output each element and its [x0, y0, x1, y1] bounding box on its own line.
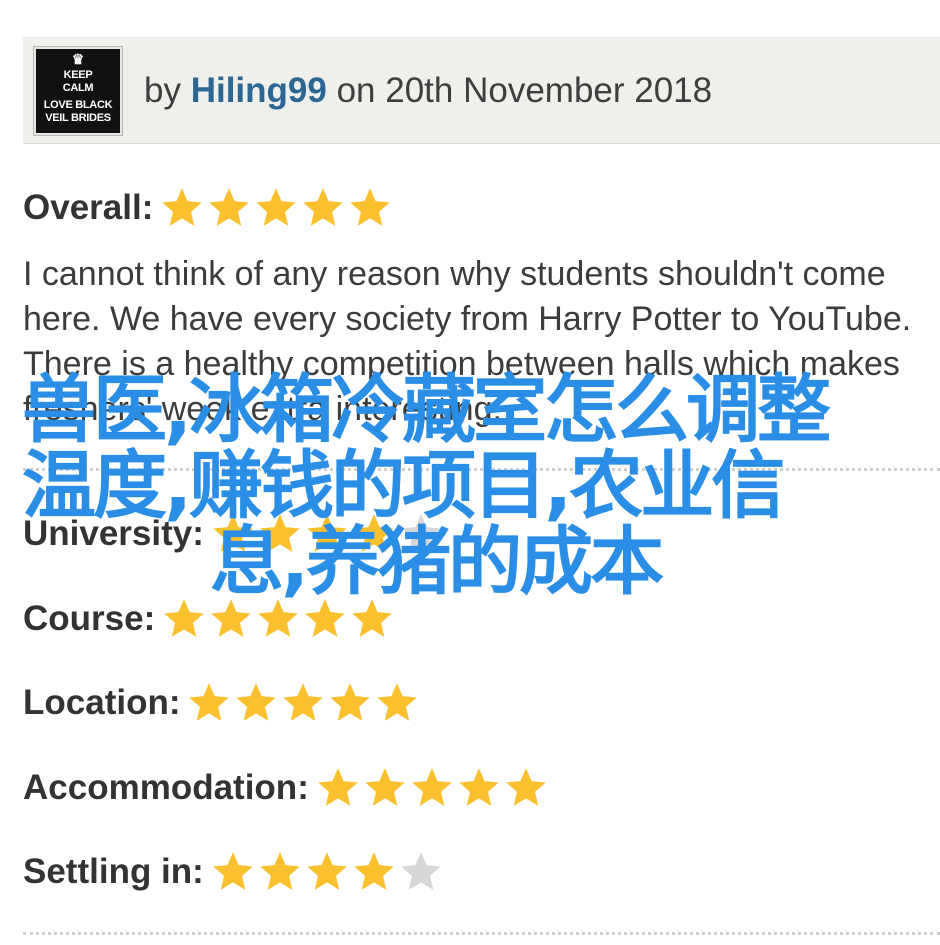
- star-rating: [159, 185, 394, 231]
- star-filled-icon: [354, 852, 394, 890]
- review-header: ♛ KEEP CALM LOVE BLACK VEIL BRIDES by Hi…: [23, 37, 940, 144]
- star-rating: [315, 765, 550, 811]
- star-rating: [210, 849, 445, 895]
- divider: [23, 932, 940, 935]
- avatar-text-line: CALM: [62, 82, 94, 94]
- star-filled-icon: [162, 188, 203, 226]
- star-filled-icon: [318, 768, 358, 806]
- avatar-text-line: VEIL BRIDES: [45, 112, 111, 124]
- star-filled-icon: [377, 683, 418, 721]
- star-empty-icon: [401, 852, 441, 890]
- star-filled-icon: [330, 683, 371, 721]
- user-avatar[interactable]: ♛ KEEP CALM LOVE BLACK VEIL BRIDES: [33, 46, 123, 136]
- star-filled-icon: [365, 768, 405, 806]
- star-filled-icon: [211, 599, 251, 637]
- star-filled-icon: [283, 683, 324, 721]
- star-filled-icon: [260, 852, 300, 890]
- rating-course: Course:: [23, 594, 396, 644]
- star-rating: [161, 596, 396, 642]
- rating-settling-in: Settling in:: [23, 847, 445, 897]
- star-filled-icon: [459, 768, 499, 806]
- overall-rating: Overall:: [23, 183, 394, 233]
- avatar-text-line: LOVE BLACK: [43, 99, 113, 111]
- star-filled-icon: [260, 514, 300, 552]
- star-filled-icon: [164, 599, 204, 637]
- star-empty-icon: [401, 514, 441, 552]
- star-filled-icon: [307, 852, 347, 890]
- star-filled-icon: [307, 514, 347, 552]
- star-filled-icon: [506, 768, 546, 806]
- avatar-text-line: KEEP: [63, 69, 93, 81]
- star-filled-icon: [213, 852, 253, 890]
- star-filled-icon: [236, 683, 277, 721]
- rating-label: Overall:: [23, 188, 154, 227]
- star-filled-icon: [256, 188, 297, 226]
- star-filled-icon: [352, 599, 392, 637]
- star-filled-icon: [303, 188, 344, 226]
- rating-accommodation: Accommodation:: [23, 763, 550, 813]
- author-link[interactable]: Hiling99: [191, 71, 327, 110]
- review-text: I cannot think of any reason why student…: [23, 255, 912, 428]
- rating-label: University:: [23, 514, 204, 553]
- by-prefix: by: [144, 71, 181, 110]
- rating-label: Accommodation:: [23, 768, 309, 807]
- review-byline: by Hiling99 on 20th November 2018: [144, 71, 712, 111]
- rating-label: Course:: [23, 599, 156, 638]
- star-filled-icon: [354, 514, 394, 552]
- star-filled-icon: [350, 188, 391, 226]
- star-filled-icon: [213, 514, 253, 552]
- star-filled-icon: [189, 683, 230, 721]
- star-filled-icon: [258, 599, 298, 637]
- review-date: on 20th November 2018: [336, 71, 713, 110]
- rating-label: Settling in:: [23, 852, 204, 891]
- rating-label: Location:: [23, 683, 181, 722]
- rating-university: University:: [23, 509, 445, 559]
- divider: [23, 468, 940, 471]
- star-rating: [210, 511, 445, 557]
- star-filled-icon: [209, 188, 250, 226]
- crown-icon: ♛: [71, 51, 85, 67]
- star-rating: [186, 680, 421, 726]
- rating-location: Location:: [23, 678, 421, 728]
- star-filled-icon: [412, 768, 452, 806]
- star-filled-icon: [305, 599, 345, 637]
